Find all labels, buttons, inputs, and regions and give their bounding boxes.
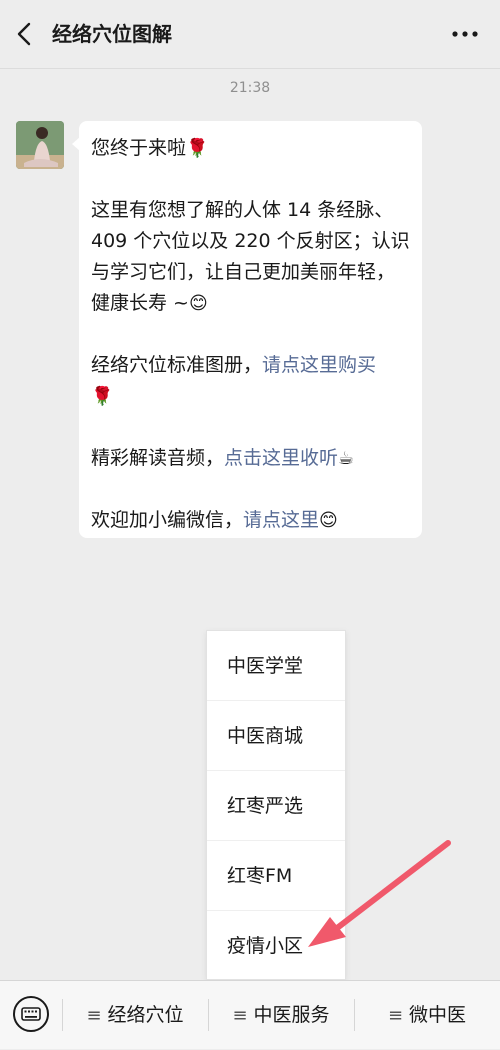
menu-item-tcm-mall[interactable]: 中医商城 bbox=[207, 701, 345, 771]
page-title: 经络穴位图解 bbox=[52, 22, 172, 46]
atlas-prefix: 经络穴位标准图册， bbox=[91, 354, 263, 376]
menu-item-epidemic-community[interactable]: 疫情小区 bbox=[207, 911, 345, 981]
greeting-line: 您终于来啦🌹 bbox=[91, 133, 410, 164]
tab-tcm-services[interactable]: ≡ 中医服务 bbox=[208, 981, 354, 1049]
smile-icon: 😊 bbox=[319, 510, 338, 531]
coffee-icon: ☕ bbox=[338, 448, 355, 469]
wechat-prefix: 欢迎加小编微信， bbox=[91, 509, 244, 531]
tab-label: 经络穴位 bbox=[107, 1004, 184, 1026]
message-bubble: 您终于来啦🌹 这里有您想了解的人体 14 条经脉、409 个穴位以及 220 个… bbox=[72, 121, 422, 538]
avatar-image bbox=[16, 121, 64, 169]
add-wechat-link[interactable]: 请点这里 bbox=[243, 509, 319, 531]
menu-lines-icon: ≡ bbox=[232, 1005, 248, 1026]
greeting-text: 您终于来啦 bbox=[91, 137, 187, 159]
rose-icon: 🌹 bbox=[186, 138, 209, 159]
menu-item-jujube-fm[interactable]: 红枣FM bbox=[207, 841, 345, 911]
smile-icon: 😊 bbox=[188, 293, 208, 314]
bottom-menu-bar: ≡ 经络穴位 ≡ 中医服务 ≡ 微中医 bbox=[0, 980, 500, 1049]
audio-prefix: 精彩解读音频， bbox=[91, 447, 225, 469]
chevron-left-icon[interactable] bbox=[12, 20, 38, 48]
buy-atlas-link[interactable]: 请点这里购买 bbox=[262, 354, 376, 376]
rose-icon: 🌹 bbox=[91, 386, 114, 407]
menu-lines-icon: ≡ bbox=[387, 1005, 404, 1026]
intro-paragraph: 这里有您想了解的人体 14 条经脉、409 个穴位以及 220 个反射区；认识与… bbox=[91, 195, 410, 319]
tab-meridian-points[interactable]: ≡ 经络穴位 bbox=[62, 981, 208, 1049]
audio-line: 精彩解读音频，点击这里收听☕ bbox=[91, 443, 410, 474]
tab-micro-tcm[interactable]: ≡ 微中医 bbox=[354, 981, 500, 1049]
message-timestamp: 21:38 bbox=[229, 80, 271, 96]
menu-item-jujube-select[interactable]: 红枣严选 bbox=[207, 771, 345, 841]
header-bar: 经络穴位图解 bbox=[0, 0, 500, 69]
avatar[interactable] bbox=[16, 121, 64, 169]
menu-item-tcm-school[interactable]: 中医学堂 bbox=[207, 631, 345, 701]
intro-text: 这里有您想了解的人体 14 条经脉、409 个穴位以及 220 个反射区；认识与… bbox=[91, 199, 410, 314]
wechat-line: 欢迎加小编微信，请点这里😊 bbox=[91, 505, 410, 536]
submenu-popup: 中医学堂 中医商城 红枣严选 红枣FM 疫情小区 bbox=[206, 630, 346, 980]
tab-label: 微中医 bbox=[409, 1004, 467, 1026]
listen-audio-link[interactable]: 点击这里收听 bbox=[224, 447, 338, 469]
tab-label: 中医服务 bbox=[253, 1004, 330, 1026]
more-dots-icon[interactable] bbox=[450, 22, 480, 46]
keyboard-icon[interactable] bbox=[12, 995, 50, 1033]
menu-lines-icon: ≡ bbox=[86, 1005, 102, 1026]
atlas-line: 经络穴位标准图册，请点这里购买 🌹 bbox=[91, 350, 410, 412]
